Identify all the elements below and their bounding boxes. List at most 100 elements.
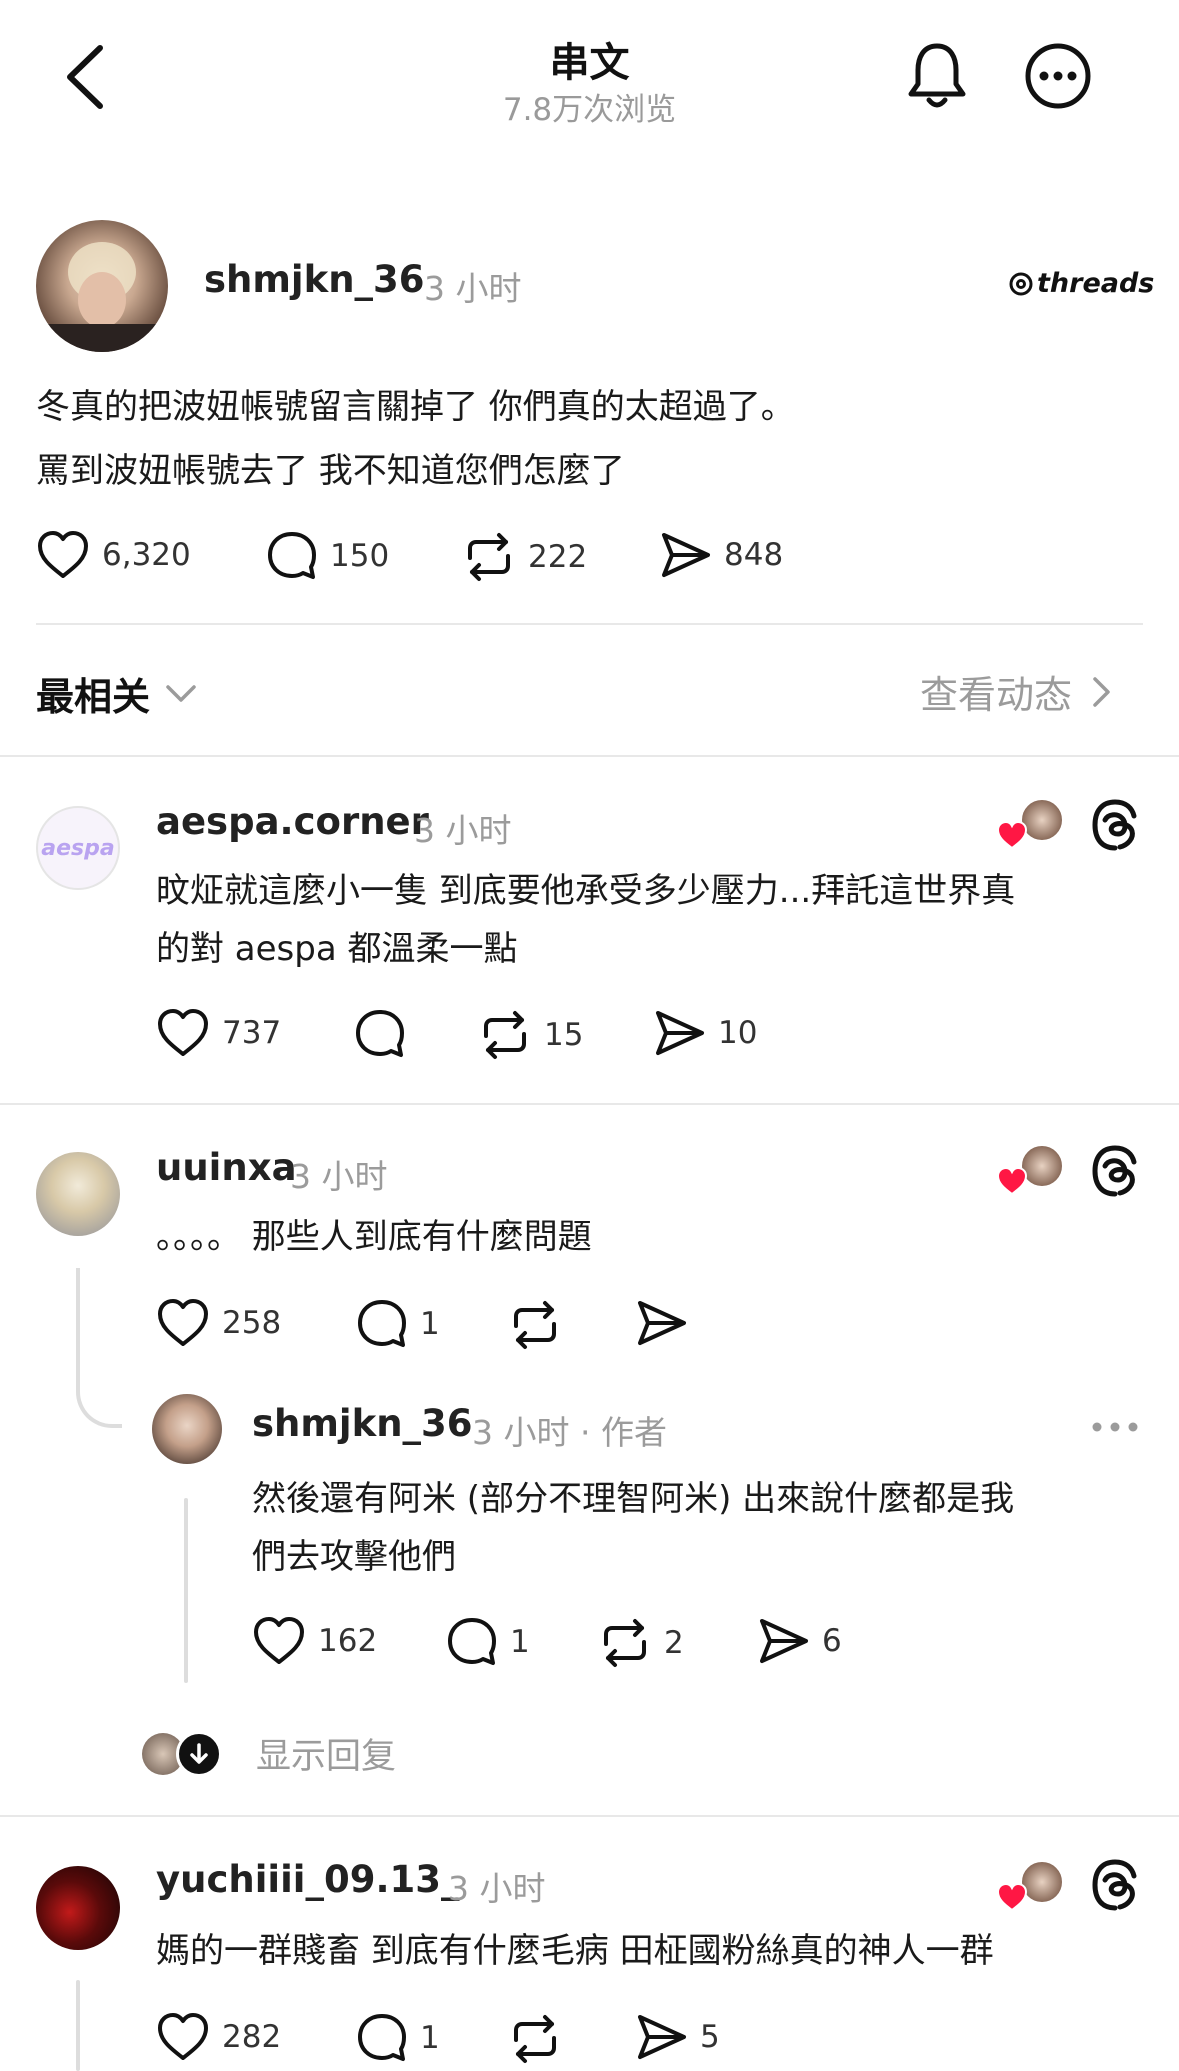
send-icon bbox=[662, 533, 710, 577]
post-text-line-2: 罵到波妞帳號去了 我不知道您們怎麼了 bbox=[36, 451, 625, 491]
share-button[interactable] bbox=[636, 1298, 688, 1348]
repost-button[interactable] bbox=[508, 1298, 562, 1352]
comment-username[interactable]: yuchiiii_09.13_ bbox=[156, 1858, 460, 1901]
repost-button[interactable]: 222 bbox=[462, 530, 587, 584]
divider bbox=[0, 1103, 1179, 1105]
like-button[interactable]: 737 bbox=[156, 1008, 281, 1058]
show-replies-button[interactable]: 显示回复 bbox=[142, 1728, 396, 1779]
thread-line bbox=[76, 1980, 80, 2071]
avatar-logo-text: aespa bbox=[41, 835, 115, 861]
repost-count: 15 bbox=[544, 1017, 584, 1053]
comment-username[interactable]: aespa.corner bbox=[156, 800, 429, 843]
threads-icon[interactable] bbox=[1090, 798, 1140, 852]
reply-username[interactable]: shmjkn_36 bbox=[252, 1402, 473, 1445]
reply-count: 1 bbox=[420, 2020, 440, 2056]
threads-icon[interactable] bbox=[1090, 1858, 1140, 1912]
comment-text-line-2: 的對 aespa 都溫柔一點 bbox=[156, 929, 518, 969]
like-count: 162 bbox=[318, 1623, 378, 1659]
post-username[interactable]: shmjkn_36 bbox=[204, 258, 425, 301]
view-activity-link[interactable]: 查看动态 bbox=[920, 664, 1114, 719]
share-button[interactable]: 5 bbox=[636, 2012, 720, 2062]
bell-icon[interactable] bbox=[906, 40, 968, 112]
more-options-icon[interactable] bbox=[1024, 42, 1092, 110]
share-count: 848 bbox=[724, 537, 784, 573]
repost-icon bbox=[604, 1619, 646, 1667]
show-replies-label: 显示回复 bbox=[256, 1737, 397, 1777]
more-horizontal-icon[interactable] bbox=[1090, 1420, 1140, 1434]
comment-icon bbox=[356, 1010, 404, 1057]
heart-icon bbox=[158, 1009, 208, 1056]
share-button[interactable]: 848 bbox=[660, 530, 783, 580]
repost-count: 222 bbox=[528, 539, 588, 575]
comment-text-line-1: 媽的一群賤畜 到底有什麼毛病 田柾國粉絲真的神人一群 bbox=[156, 1931, 994, 1971]
send-icon bbox=[760, 1619, 808, 1663]
repost-icon bbox=[514, 2015, 556, 2063]
like-count: 258 bbox=[222, 1305, 282, 1341]
reply-count: 1 bbox=[420, 1306, 440, 1342]
like-button[interactable]: 258 bbox=[156, 1298, 281, 1348]
reply-button[interactable]: 1 bbox=[356, 1298, 440, 1350]
avatar[interactable]: aespa bbox=[36, 806, 120, 890]
thread-connector bbox=[76, 1268, 122, 1428]
repost-icon bbox=[484, 1011, 526, 1059]
heart-filled-icon bbox=[996, 820, 1028, 850]
view-count: 7.8万次浏览 bbox=[502, 92, 677, 128]
share-count: 10 bbox=[718, 1015, 758, 1051]
avatar[interactable] bbox=[36, 1152, 120, 1236]
post-text-line-1: 冬真的把波妞帳號留言關掉了 你們真的太超過了。 bbox=[36, 387, 795, 427]
reply-time: 3 小时 · 作者 bbox=[472, 1413, 667, 1452]
page-title: 串文 bbox=[549, 40, 630, 86]
like-count: 282 bbox=[222, 2019, 282, 2055]
threads-icon[interactable] bbox=[1090, 1144, 1140, 1198]
divider bbox=[0, 1815, 1179, 1817]
author-liked-badge bbox=[992, 1144, 1064, 1200]
threads-brand[interactable]: threads bbox=[1008, 268, 1154, 299]
avatar[interactable] bbox=[36, 1866, 120, 1950]
comment-username[interactable]: uuinxa bbox=[156, 1146, 297, 1189]
reply-button[interactable]: 150 bbox=[266, 530, 389, 582]
reply-button[interactable]: 1 bbox=[446, 1616, 530, 1668]
threads-brand-label: threads bbox=[1037, 268, 1155, 299]
reply-button[interactable]: 1 bbox=[356, 2012, 440, 2064]
repost-icon bbox=[468, 533, 510, 581]
heart-icon bbox=[254, 1617, 304, 1664]
like-count: 737 bbox=[222, 1015, 282, 1051]
reply-button[interactable] bbox=[354, 1008, 406, 1060]
comment-time: 3 小时 bbox=[290, 1157, 388, 1196]
share-button[interactable]: 10 bbox=[654, 1008, 757, 1058]
repost-icon bbox=[514, 1301, 556, 1349]
share-count: 6 bbox=[822, 1623, 842, 1659]
chevron-down-icon bbox=[166, 684, 196, 702]
avatar[interactable] bbox=[152, 1394, 222, 1464]
send-icon bbox=[656, 1011, 704, 1055]
repost-button[interactable]: 15 bbox=[478, 1008, 583, 1062]
comment-text-line-1: 。。。。 那些人到底有什麼問題 bbox=[156, 1217, 592, 1257]
like-button[interactable]: 282 bbox=[156, 2012, 281, 2062]
heart-filled-icon bbox=[996, 1882, 1028, 1912]
like-button[interactable]: 6,320 bbox=[36, 530, 191, 580]
author-liked-badge bbox=[992, 798, 1064, 854]
avatar[interactable] bbox=[36, 220, 168, 352]
like-count: 6,320 bbox=[102, 537, 191, 573]
sort-dropdown[interactable]: 最相关 bbox=[36, 666, 198, 721]
repost-button[interactable] bbox=[508, 2012, 562, 2066]
share-button[interactable]: 6 bbox=[758, 1616, 842, 1666]
post-time: 3 小时 bbox=[424, 269, 522, 308]
share-count: 5 bbox=[700, 2019, 720, 2055]
reply-count: 150 bbox=[330, 538, 390, 574]
like-button[interactable]: 162 bbox=[252, 1616, 377, 1666]
chevron-right-icon bbox=[1093, 676, 1110, 707]
comment-icon bbox=[358, 1300, 406, 1347]
send-icon bbox=[638, 2015, 686, 2059]
reply-count: 1 bbox=[510, 1624, 530, 1660]
reply-text-line-1: 然後還有阿米 (部分不理智阿米) 出來說什麼都是我 bbox=[252, 1479, 1015, 1519]
comment-icon bbox=[268, 532, 316, 579]
threads-logo-icon bbox=[1009, 272, 1033, 295]
divider bbox=[36, 623, 1143, 625]
view-activity-label: 查看动态 bbox=[920, 673, 1073, 717]
comment-icon bbox=[358, 2014, 406, 2061]
repost-count: 2 bbox=[664, 1625, 684, 1661]
repost-button[interactable]: 2 bbox=[598, 1616, 684, 1670]
divider bbox=[0, 755, 1179, 757]
send-icon bbox=[638, 1301, 686, 1345]
